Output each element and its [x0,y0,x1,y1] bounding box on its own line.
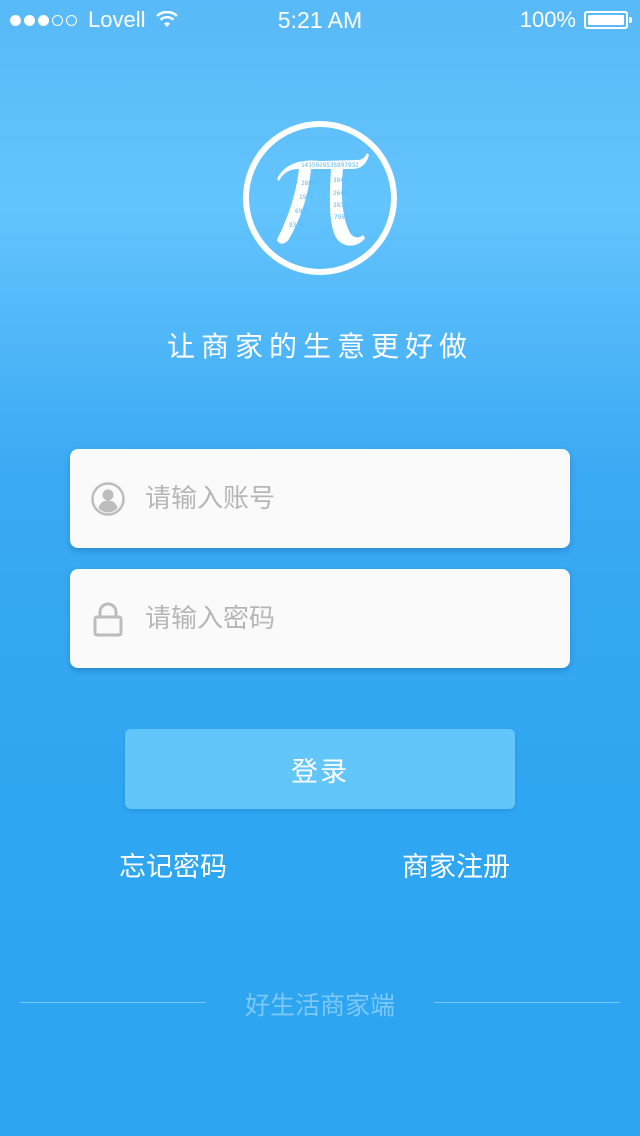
svg-text:3832: 3832 [333,202,348,209]
user-icon [91,482,125,516]
svg-text:6939: 6939 [295,208,310,215]
password-input[interactable] [145,569,545,668]
svg-text:9375: 9375 [289,222,304,229]
merchant-register-link[interactable]: 商家注册 [402,845,510,884]
svg-text:2884: 2884 [301,180,316,187]
slogan: 让商家的生意更好做 [166,330,473,363]
pi-icon: 1415926535897932 3846 2643 3832 7950 288… [277,153,369,246]
svg-text:2643: 2643 [333,190,348,197]
battery-percentage: 100% [519,7,576,32]
status-right: 100% [519,7,632,33]
account-field[interactable] [70,449,570,548]
app-logo: 1415926535897932 3846 2643 3832 7950 288… [243,121,397,275]
password-field[interactable] [70,569,570,668]
svg-text:7950: 7950 [334,214,349,221]
svg-text:3846: 3846 [333,177,348,184]
lock-icon [93,602,123,637]
status-bar: Lovell 5:21 AM 100% [0,0,640,40]
forgot-password-link[interactable]: 忘记密码 [119,845,227,884]
footer-text: 好生活商家端 [244,991,395,1020]
login-button[interactable]: 登录 [125,729,515,809]
account-input[interactable] [145,449,545,548]
svg-text:1415926535897932: 1415926535897932 [301,162,359,169]
svg-text:1971: 1971 [299,194,314,201]
footer-divider-right [434,1002,620,1003]
battery-icon [584,11,632,29]
